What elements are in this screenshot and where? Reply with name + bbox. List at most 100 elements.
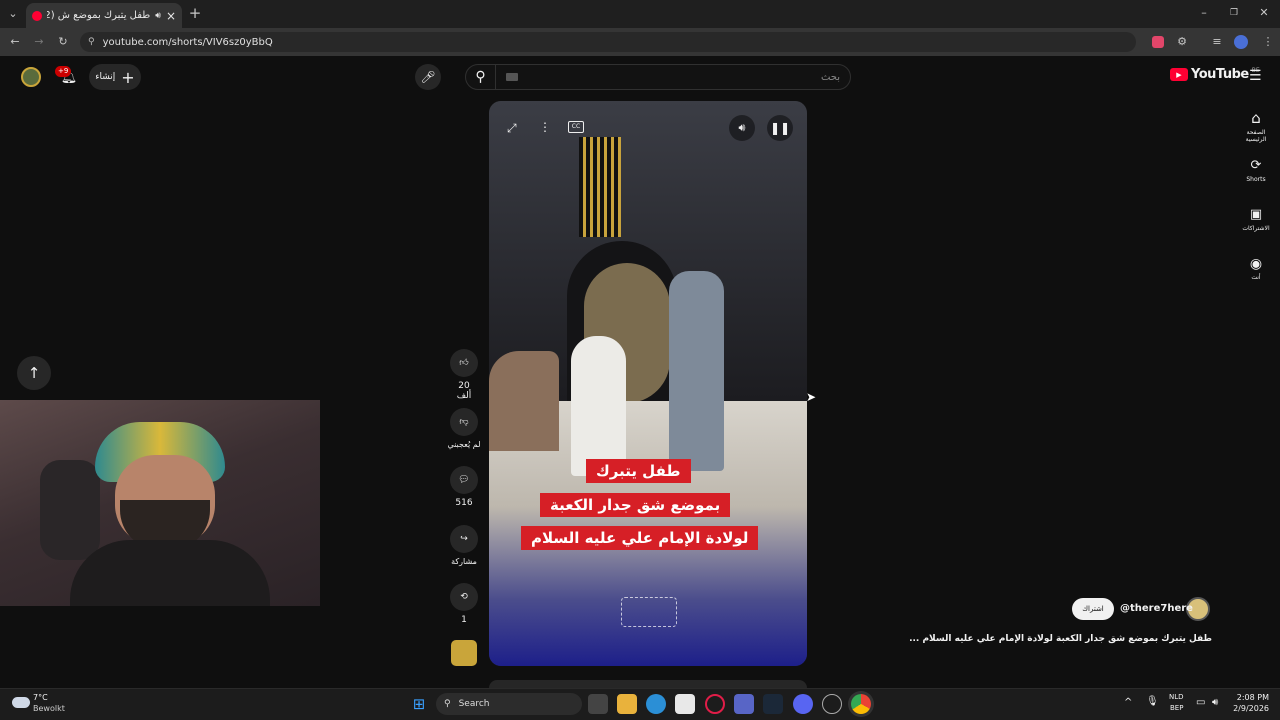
language-bottom[interactable]: BEP [1170, 704, 1183, 712]
like-icon[interactable]: 👍︎ [450, 349, 478, 377]
youtube-wordmark: YouTube [1191, 67, 1249, 82]
nav-you[interactable]: ◉ أنت [1236, 256, 1276, 281]
account-avatar[interactable] [21, 67, 41, 87]
you-icon: ◉ [1249, 256, 1263, 272]
media-control-icon[interactable]: ≡ [1210, 35, 1224, 49]
youtube-play-icon: ▶ [1170, 68, 1188, 81]
nav-you-label: أنت [1251, 274, 1261, 281]
reload-icon[interactable]: ↻ [56, 35, 70, 49]
forward-icon[interactable]: → [32, 35, 46, 49]
volume-tray-icon[interactable]: 🔊︎ [1212, 697, 1218, 708]
remix-action[interactable]: ⟲ 1 [450, 583, 478, 625]
extensions-puzzle-icon[interactable]: ⚙ [1175, 35, 1189, 49]
nav-shorts[interactable]: ⟳ Shorts [1236, 158, 1276, 183]
scroll-top-icon[interactable]: ↑ [17, 356, 51, 390]
taskbar-search[interactable]: ⚲ Search [436, 693, 582, 715]
share-action[interactable]: ↪ مشاركة [450, 525, 478, 566]
clock-date[interactable]: 2/9/2026 [1227, 704, 1269, 713]
subscriptions-icon: ▣ [1249, 207, 1263, 222]
next-short-preview[interactable] [489, 680, 807, 688]
site-info-icon[interactable]: ⚲ [88, 37, 95, 47]
nav-subscriptions[interactable]: ▣ الاشتراكات [1236, 207, 1276, 232]
network-icon[interactable]: ▭ [1196, 697, 1205, 708]
minimize-icon[interactable]: – [1197, 6, 1211, 20]
browser-menu-icon[interactable]: ⋮ [1261, 35, 1275, 49]
remix-icon[interactable]: ⟲ [450, 583, 478, 611]
extension-icon[interactable] [1152, 36, 1164, 48]
video-caption-line3: لولادة الإمام علي عليه السلام [521, 526, 759, 550]
browser-tab[interactable]: طفل يتبرك بموضع ش (4522) 🔊︎ × [26, 3, 182, 28]
remix-count: 1 [461, 615, 467, 625]
tray-overflow-icon[interactable]: ^ [1124, 697, 1132, 708]
edge-icon[interactable] [646, 694, 666, 714]
shirt [70, 540, 270, 606]
address-bar[interactable]: ⚲ youtube.com/shorts/VIV6sz0yBbQ [80, 32, 1136, 52]
nav-home[interactable]: ⌂ الصفحة الرئيسية [1236, 109, 1276, 143]
nav-home-label: الصفحة الرئيسية [1245, 129, 1267, 143]
steam-icon[interactable] [763, 694, 783, 714]
create-button[interactable]: إنشاء + [89, 64, 141, 90]
channel-handle[interactable]: @there7here [1120, 603, 1193, 614]
weather-temp[interactable]: 7°C [33, 693, 48, 702]
captions-icon[interactable]: CC [568, 121, 584, 133]
sound-thumbnail[interactable] [451, 640, 477, 666]
volume-icon[interactable]: 🔊︎ [729, 115, 755, 141]
share-label: مشاركة [451, 557, 477, 566]
tab-title: طفل يتبرك بموضع ش (4522) [47, 10, 151, 21]
nav-subscriptions-label: الاشتراكات [1242, 225, 1270, 232]
search-box[interactable]: ⚲ بحث [465, 64, 851, 90]
voice-search-icon[interactable]: 🎤︎ [415, 64, 441, 90]
guard-figure [669, 271, 724, 471]
language-top[interactable]: NLD [1169, 693, 1184, 701]
comment-icon[interactable]: 💬︎ [450, 466, 478, 494]
store-icon[interactable] [675, 694, 695, 714]
more-options-icon[interactable]: ⋮ [539, 120, 551, 134]
video-description[interactable]: طفل يتبرك بموضع شق جدار الكعبة لولادة ال… [910, 634, 1212, 644]
weather-status[interactable]: Bewolkt [33, 704, 65, 713]
dislike-icon[interactable]: 👎︎ [450, 408, 478, 436]
guide-menu-icon[interactable]: ☰ [1249, 68, 1262, 84]
chrome-icon[interactable] [851, 694, 871, 714]
search-input[interactable]: بحث [518, 72, 850, 83]
clock-time[interactable]: 2:08 PM [1233, 693, 1269, 702]
microphone-icon[interactable]: 🎙︎ [1146, 696, 1159, 707]
windows-start-icon[interactable]: ⊞ [409, 694, 429, 714]
channel-watermark-logo [621, 597, 677, 627]
close-window-icon[interactable]: ✕ [1257, 6, 1271, 20]
speaker-icon[interactable]: 🔊︎ [155, 11, 161, 21]
comments-action[interactable]: 💬︎ 516 [450, 466, 478, 508]
pause-icon[interactable]: ❚❚ [767, 115, 793, 141]
youtube-logo[interactable]: ▶ YouTube BE [1170, 67, 1260, 82]
cloud-icon[interactable] [12, 697, 30, 708]
search-icon[interactable]: ⚲ [466, 65, 496, 89]
notification-badge: +9 [55, 66, 72, 77]
tab-list-icon[interactable]: ⌄ [6, 7, 20, 21]
task-view-icon[interactable] [588, 694, 608, 714]
pilgrim-figure [489, 351, 559, 451]
kiswa-embroidery [579, 137, 621, 237]
profile-avatar[interactable] [1234, 35, 1248, 49]
app-circle-icon[interactable] [822, 694, 842, 714]
like-action[interactable]: 👍︎ 20 ألف [450, 349, 478, 401]
fullscreen-icon[interactable]: ⤢ [507, 121, 517, 136]
file-explorer-icon[interactable] [617, 694, 637, 714]
youtube-favicon-icon [32, 10, 42, 21]
dislike-action[interactable]: 👎︎ لم يُعجبني [445, 408, 483, 449]
nav-shorts-label: Shorts [1246, 176, 1266, 183]
chair-back [40, 460, 100, 560]
subscribe-button[interactable]: اشتراك [1072, 598, 1114, 620]
discord-icon[interactable] [793, 694, 813, 714]
taskbar-search-input: Search [458, 699, 490, 709]
back-icon[interactable]: ← [8, 35, 22, 49]
new-tab-button[interactable]: + [188, 6, 202, 21]
keyboard-icon[interactable] [506, 73, 518, 81]
create-label: إنشاء [95, 72, 116, 82]
mouse-cursor-icon: ➤ [806, 390, 817, 404]
share-icon[interactable]: ↪ [450, 525, 478, 553]
restore-icon[interactable]: ❐ [1227, 6, 1241, 20]
close-tab-icon[interactable]: × [166, 9, 176, 23]
app-icon[interactable] [734, 694, 754, 714]
shorts-video-player[interactable]: ⤢ ⋮ CC 🔊︎ ❚❚ طفل يتبرك بموضع شق جدار الك… [489, 101, 807, 666]
shorts-icon: ⟳ [1250, 158, 1262, 173]
opera-icon[interactable] [705, 694, 725, 714]
